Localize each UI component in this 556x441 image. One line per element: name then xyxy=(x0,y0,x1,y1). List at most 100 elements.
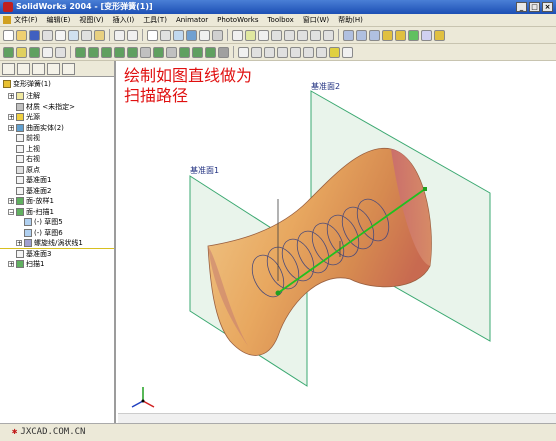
hidden-lines-icon[interactable] xyxy=(356,29,367,41)
rotate-view-icon[interactable] xyxy=(310,29,321,41)
zoom-in-out-icon[interactable] xyxy=(297,29,308,41)
tree-expand-toggle[interactable]: + xyxy=(8,114,14,121)
tree-item[interactable]: (-) 草图6 xyxy=(24,228,63,238)
zoom-fit-icon[interactable] xyxy=(271,29,282,41)
revolve-icon[interactable] xyxy=(16,46,27,58)
sketch-tools-icon[interactable] xyxy=(232,29,243,41)
display-manager-tab-icon[interactable] xyxy=(47,63,60,75)
tree-expand-toggle[interactable]: + xyxy=(8,124,14,131)
shadow-icon[interactable] xyxy=(382,29,393,41)
print-icon[interactable] xyxy=(42,29,53,41)
tree-item[interactable]: 螺旋线/涡状线1 xyxy=(24,238,83,248)
tree-item[interactable]: 原点 xyxy=(16,165,40,175)
tree-item[interactable]: 材质 <未指定> xyxy=(16,102,75,112)
sweep-icon[interactable] xyxy=(29,46,40,58)
maximize-button[interactable]: □ xyxy=(529,2,540,12)
menu-help[interactable]: 帮助(H) xyxy=(338,15,363,25)
mirror-icon[interactable] xyxy=(153,46,164,58)
cut-icon[interactable] xyxy=(68,29,79,41)
tree-expand-toggle[interactable]: + xyxy=(8,261,14,268)
coordinate-system-icon[interactable] xyxy=(264,46,275,58)
path-start-point[interactable] xyxy=(275,290,281,296)
rebuild-icon[interactable] xyxy=(186,29,197,41)
menu-photoworks[interactable]: PhotoWorks xyxy=(217,16,258,24)
tree-item[interactable]: 右视 xyxy=(16,154,40,164)
tree-item[interactable]: 基准面1 xyxy=(16,175,51,185)
menu-tools[interactable]: 工具(T) xyxy=(143,15,167,25)
tree-root[interactable]: 变形弹簧(1) xyxy=(3,79,51,89)
loft-icon[interactable] xyxy=(42,46,53,58)
tree-item[interactable]: 扫描1 xyxy=(16,259,44,269)
tree-item[interactable]: 曲面实体(2) xyxy=(16,123,64,133)
tree-expand-toggle[interactable]: + xyxy=(16,240,22,247)
wireframe-icon[interactable] xyxy=(343,29,354,41)
tree-item[interactable]: 基准面2 xyxy=(16,186,51,196)
reference-plane-icon[interactable] xyxy=(238,46,249,58)
redo-icon[interactable] xyxy=(127,29,138,41)
rollback-bar[interactable] xyxy=(0,247,114,249)
scale-icon[interactable] xyxy=(166,46,177,58)
paste-icon[interactable] xyxy=(94,29,105,41)
projected-curve-icon[interactable] xyxy=(290,46,301,58)
perspective-icon[interactable] xyxy=(395,29,406,41)
split-icon[interactable] xyxy=(192,46,203,58)
measure-icon[interactable] xyxy=(342,46,353,58)
sketch-icon[interactable] xyxy=(160,29,171,41)
shell-icon[interactable] xyxy=(88,46,99,58)
smart-dimension-icon[interactable] xyxy=(173,29,184,41)
tree-item[interactable]: (-) 草图5 xyxy=(24,217,63,227)
curve-icon[interactable] xyxy=(218,46,229,58)
pattern-icon[interactable] xyxy=(140,46,151,58)
hole-icon[interactable] xyxy=(127,46,138,58)
tree-item[interactable]: 基准面3 xyxy=(16,249,51,259)
open-file-icon[interactable] xyxy=(16,29,27,41)
split-line-icon[interactable] xyxy=(303,46,314,58)
shaded-icon[interactable] xyxy=(369,29,380,41)
save-icon[interactable] xyxy=(29,29,40,41)
tree-item[interactable]: 注解 xyxy=(16,91,40,101)
tree-expand-toggle[interactable]: + xyxy=(8,93,14,100)
menu-file[interactable]: 文件(F) xyxy=(14,15,38,25)
tree-item[interactable]: 面-放样1 xyxy=(16,196,54,206)
options-icon[interactable] xyxy=(199,29,210,41)
iso-view-icon[interactable] xyxy=(434,29,445,41)
axis-icon[interactable] xyxy=(251,46,262,58)
graphics-area[interactable]: 绘制如图直线做为 扫描路径 基准面1 基准面2 xyxy=(118,61,556,423)
menu-animator[interactable]: Animator xyxy=(176,16,208,24)
filter-icon[interactable] xyxy=(258,29,269,41)
chamfer-icon[interactable] xyxy=(75,46,86,58)
select-icon[interactable] xyxy=(147,29,158,41)
tree-item[interactable]: 面-扫描1 xyxy=(16,207,54,217)
new-file-icon[interactable] xyxy=(3,29,14,41)
zoom-area-icon[interactable] xyxy=(284,29,295,41)
rib-icon[interactable] xyxy=(101,46,112,58)
point-icon[interactable] xyxy=(329,46,340,58)
section-view-icon[interactable] xyxy=(408,29,419,41)
dome-icon[interactable] xyxy=(179,46,190,58)
menu-toolbox[interactable]: Toolbox xyxy=(267,16,293,24)
extrude-icon[interactable] xyxy=(3,46,14,58)
help-icon[interactable] xyxy=(212,29,223,41)
tree-expand-toggle[interactable]: + xyxy=(8,198,14,205)
photoworks-tab-icon[interactable] xyxy=(62,63,75,75)
undo-icon[interactable] xyxy=(114,29,125,41)
helix-icon[interactable] xyxy=(277,46,288,58)
menu-edit[interactable]: 编辑(E) xyxy=(47,15,71,25)
minimize-button[interactable]: _ xyxy=(516,2,527,12)
surface-icon[interactable] xyxy=(205,46,216,58)
configuration-tab-icon[interactable] xyxy=(32,63,45,75)
menu-view[interactable]: 视图(V) xyxy=(79,15,103,25)
print-preview-icon[interactable] xyxy=(55,29,66,41)
draft-icon[interactable] xyxy=(114,46,125,58)
close-button[interactable]: × xyxy=(542,2,553,12)
menu-window[interactable]: 窗口(W) xyxy=(303,15,329,25)
relations-icon[interactable] xyxy=(245,29,256,41)
pan-icon[interactable] xyxy=(323,29,334,41)
fillet-icon[interactable] xyxy=(55,46,66,58)
menu-insert[interactable]: 插入(I) xyxy=(113,15,135,25)
view-orientation-icon[interactable] xyxy=(421,29,432,41)
tree-expand-toggle[interactable]: − xyxy=(8,208,14,215)
tree-item[interactable]: 前视 xyxy=(16,133,40,143)
composite-curve-icon[interactable] xyxy=(316,46,327,58)
property-manager-tab-icon[interactable] xyxy=(17,63,30,75)
